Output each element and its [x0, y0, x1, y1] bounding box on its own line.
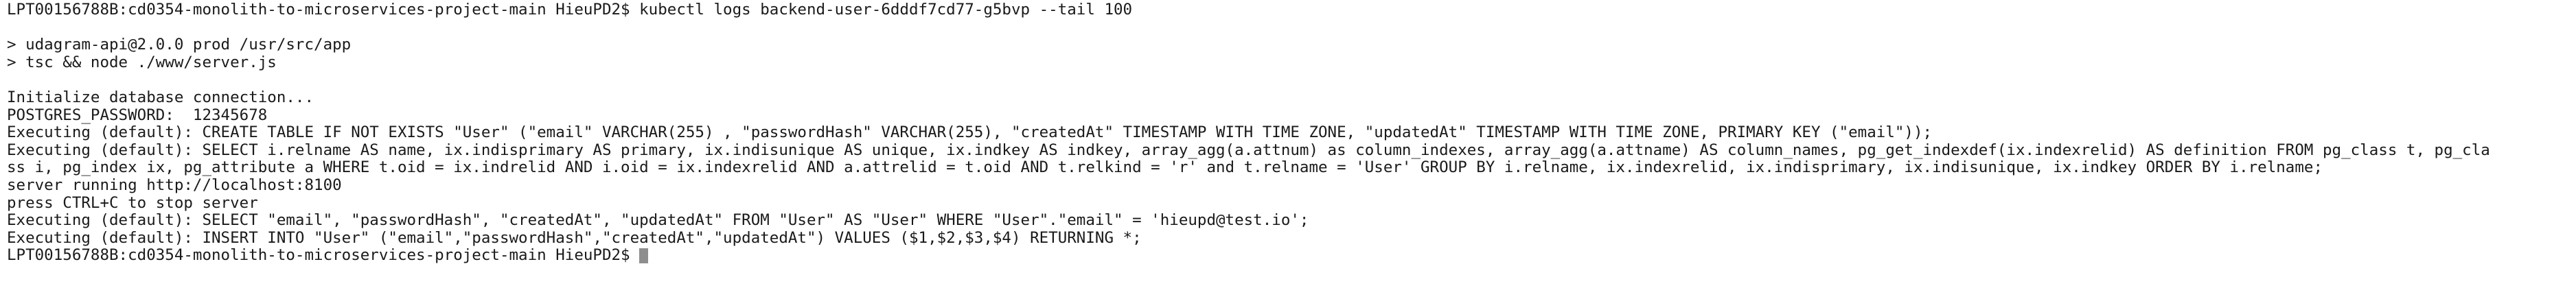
terminal-line-output: POSTGRES_PASSWORD: 12345678 [7, 106, 268, 124]
terminal-line-output: server running http://localhost:8100 [7, 176, 342, 194]
terminal-line-output: ss i, pg_index ix, pg_attribute a WHERE … [7, 159, 2323, 177]
terminal-line-output: > tsc && node ./www/server.js [7, 53, 277, 71]
terminal-line-output: Executing (default): CREATE TABLE IF NOT… [7, 124, 1933, 142]
terminal-line-output: > udagram-api@2.0.0 prod /usr/src/app [7, 36, 352, 54]
terminal-window[interactable]: LPT00156788B:cd0354-monolith-to-microser… [0, 0, 2576, 299]
terminal-line-output: Executing (default): SELECT i.relname AS… [7, 141, 2490, 159]
terminal-line-command: LPT00156788B:cd0354-monolith-to-microser… [7, 1, 1133, 19]
terminal-line-output: Initialize database connection... [7, 88, 314, 106]
text-cursor [639, 248, 649, 264]
terminal-line-output: press CTRL+C to stop server [7, 194, 258, 212]
terminal-line-output: Executing (default): SELECT "email", "pa… [7, 212, 1309, 230]
shell-prompt: LPT00156788B:cd0354-monolith-to-microser… [7, 247, 640, 265]
terminal-line-output: Executing (default): INSERT INTO "User" … [7, 229, 1142, 247]
terminal-prompt-line[interactable]: LPT00156788B:cd0354-monolith-to-microser… [7, 247, 2576, 265]
